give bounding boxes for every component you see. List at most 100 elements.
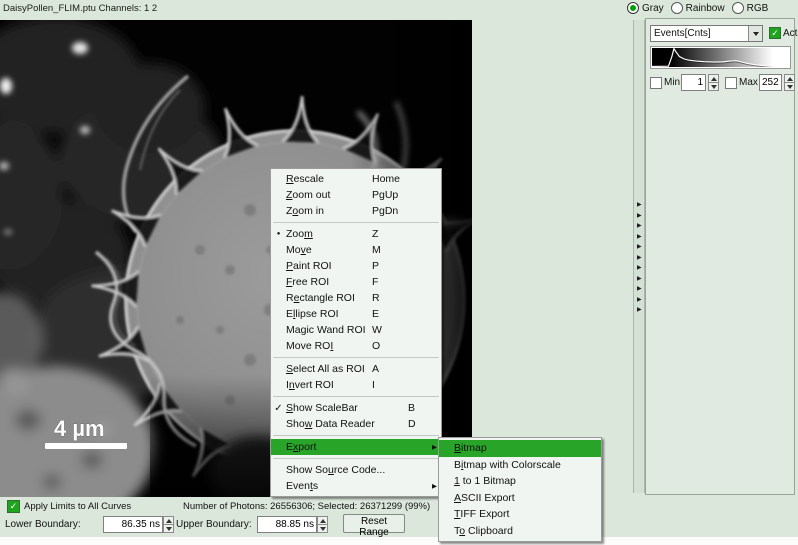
submenu-item-1-to-1-bitmap[interactable]: 1 to 1 Bitmap (439, 473, 601, 490)
menu-item-label: Free ROI (286, 276, 372, 288)
menu-separator (273, 435, 439, 436)
export-submenu: Bitmap Bitmap with Colorscale 1 to 1 Bitma… (438, 437, 602, 542)
menu-item-label: Select All as ROI (286, 363, 372, 375)
spinner-up[interactable] (164, 517, 173, 525)
image-title: DaisyPollen_FLIM.ptu Channels: 1 2 (3, 3, 157, 14)
menu-item-label: Paint ROI (286, 260, 372, 272)
menu-item-rescale[interactable]: RescaleHome (271, 171, 441, 187)
submenu-item-ascii-export[interactable]: ASCII Export (439, 490, 601, 507)
submenu-item-to-clipboard[interactable]: To Clipboard (439, 523, 601, 540)
expander-arrow-icon[interactable]: ▶ (635, 200, 642, 211)
max-checkbox[interactable] (725, 77, 737, 89)
expander-arrow-icon[interactable]: ▶ (635, 295, 642, 306)
radio-rgb[interactable]: RGB (732, 2, 769, 14)
menu-item-select-all-as-roi[interactable]: Select All as ROIA (271, 361, 441, 377)
menu-item-label: Show ScaleBar (286, 402, 408, 414)
menu-item-show-data-reader[interactable]: Show Data ReaderD (271, 416, 441, 432)
menu-item-zoom-in[interactable]: Zoom inPgDn (271, 203, 441, 219)
submenu-arrow-icon: ▶ (432, 443, 437, 451)
menu-item-label: Rectangle ROI (286, 292, 372, 304)
chevron-down-icon (753, 32, 759, 36)
menu-item-label: Zoom (286, 228, 372, 240)
active-label: Active (783, 28, 798, 39)
menu-separator (273, 458, 439, 459)
menu-item-ellipse-roi[interactable]: Ellipse ROIE (271, 306, 441, 322)
max-label: Max (739, 77, 758, 88)
menu-separator (273, 396, 439, 397)
lower-boundary-input[interactable] (103, 516, 163, 533)
spinner-up[interactable] (318, 517, 327, 525)
submenu-item-bitmap[interactable]: Bitmap (439, 440, 601, 457)
reset-range-button[interactable]: Reset Range (343, 514, 405, 533)
menu-shortcut: I (372, 379, 375, 391)
submenu-item-tiff-export[interactable]: TIFF Export (439, 506, 601, 523)
spinner-down[interactable] (785, 83, 794, 90)
arrow-up-icon (787, 77, 793, 81)
radio-rainbow[interactable]: Rainbow (671, 2, 725, 14)
min-spinner (708, 74, 719, 91)
radio-icon-rgb (732, 2, 744, 14)
arrow-down-icon (166, 527, 172, 531)
channel-select[interactable]: Events[Cnts] (650, 25, 763, 42)
menu-shortcut: D (408, 418, 416, 430)
menu-item-paint-roi[interactable]: Paint ROIP (271, 258, 441, 274)
menu-item-label: Rescale (286, 173, 372, 185)
spinner-down[interactable] (709, 83, 718, 90)
menu-item-zoom-out[interactable]: Zoom outPgUp (271, 187, 441, 203)
menu-item-magic-wand-roi[interactable]: Magic Wand ROIW (271, 322, 441, 338)
submenu-item-bitmap-with-colorscale[interactable]: Bitmap with Colorscale (439, 457, 601, 474)
photon-count-text: Number of Photons: 26556306; Selected: 2… (183, 501, 430, 512)
menu-item-label: Export (286, 441, 372, 453)
min-input[interactable] (681, 74, 706, 91)
min-checkbox[interactable] (650, 77, 662, 89)
arrow-down-icon (711, 85, 717, 89)
menu-item-move-roi[interactable]: Move ROIO (271, 338, 441, 354)
panel-splitter[interactable]: ▶▶▶▶▶▶▶▶▶▶▶ (633, 20, 645, 493)
lower-boundary-label: Lower Boundary: (5, 519, 81, 530)
expander-arrow-icon[interactable]: ▶ (635, 211, 642, 222)
menu-shortcut: Z (372, 228, 378, 240)
expander-arrow-icon[interactable]: ▶ (635, 253, 642, 264)
menu-item-show-scalebar[interactable]: ✓Show ScaleBarB (271, 400, 441, 416)
check-icon: ✓ (771, 29, 779, 38)
menu-item-zoom[interactable]: ●ZoomZ (271, 226, 441, 242)
expander-arrow-icon[interactable]: ▶ (635, 242, 642, 253)
histogram-curve-svg (652, 48, 789, 67)
dropdown-button[interactable] (748, 26, 762, 41)
menu-item-move[interactable]: MoveM (271, 242, 441, 258)
spinner-up[interactable] (709, 75, 718, 83)
menu-item-export[interactable]: Export ▶ (271, 439, 441, 455)
radio-label-rainbow: Rainbow (686, 3, 725, 14)
radio-gray[interactable]: Gray (627, 2, 664, 14)
menu-item-events[interactable]: Events▶ (271, 478, 441, 494)
intensity-histogram[interactable] (650, 46, 791, 69)
menu-item-free-roi[interactable]: Free ROIF (271, 274, 441, 290)
arrow-up-icon (711, 77, 717, 81)
spinner-down[interactable] (164, 525, 173, 532)
channel-select-value: Events[Cnts] (651, 28, 748, 39)
expander-arrow-icon[interactable]: ▶ (635, 274, 642, 285)
menu-shortcut: PgDn (372, 205, 398, 217)
menu-shortcut: A (372, 363, 379, 375)
menu-item-label: Bitmap with Colorscale (454, 459, 561, 471)
menu-shortcut: O (372, 340, 380, 352)
spinner-up[interactable] (785, 75, 794, 83)
expander-arrow-icon[interactable]: ▶ (635, 232, 642, 243)
menu-item-label: Zoom out (286, 189, 372, 201)
menu-item-show-source-code[interactable]: Show Source Code... (271, 462, 441, 478)
upper-boundary-spinner (317, 516, 328, 533)
expander-arrow-icon[interactable]: ▶ (635, 284, 642, 295)
expander-arrow-icon[interactable]: ▶ (635, 305, 642, 316)
menu-item-rectangle-roi[interactable]: Rectangle ROIR (271, 290, 441, 306)
expander-arrow-icon[interactable]: ▶ (635, 263, 642, 274)
upper-boundary-input[interactable] (257, 516, 317, 533)
apply-limits-checkbox[interactable]: ✓ (7, 500, 20, 513)
max-input[interactable] (759, 74, 782, 91)
expander-arrow-icon[interactable]: ▶ (635, 221, 642, 232)
arrow-up-icon (166, 519, 172, 523)
menu-item-invert-roi[interactable]: Invert ROII (271, 377, 441, 393)
spinner-down[interactable] (318, 525, 327, 532)
active-checkbox[interactable]: ✓ (769, 27, 781, 39)
menu-shortcut: E (372, 308, 379, 320)
menu-shortcut: W (372, 324, 382, 336)
